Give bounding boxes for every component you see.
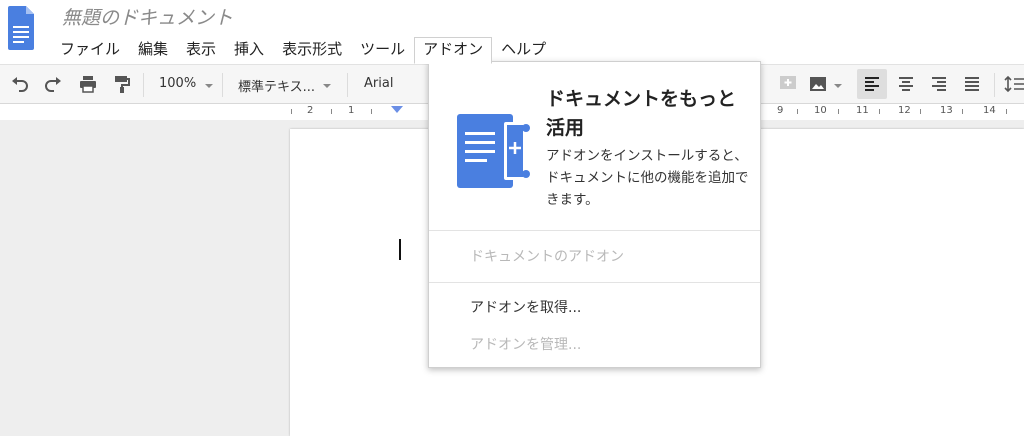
align-right-icon[interactable] xyxy=(929,74,949,94)
ruler-number: 14 xyxy=(983,105,996,116)
redo-icon[interactable] xyxy=(43,74,63,94)
align-center-icon[interactable] xyxy=(896,74,916,94)
comment-add-icon[interactable] xyxy=(778,74,798,94)
print-icon[interactable] xyxy=(78,74,98,94)
line-spacing-icon[interactable] xyxy=(1004,74,1024,94)
document-title[interactable]: 無題のドキュメント xyxy=(62,3,233,30)
menubar: ファイル 編集 表示 挿入 表示形式 ツール アドオン ヘルプ xyxy=(60,37,555,64)
docs-logo-icon[interactable] xyxy=(8,6,34,50)
align-left-icon[interactable] xyxy=(862,74,882,94)
menu-help[interactable]: ヘルプ xyxy=(492,37,555,62)
font-select[interactable]: Arial xyxy=(364,76,393,91)
text-cursor xyxy=(399,239,401,260)
manage-addons-item: アドオンを管理... xyxy=(470,337,582,353)
menu-file[interactable]: ファイル xyxy=(60,37,129,62)
menu-view[interactable]: 表示 xyxy=(177,37,225,62)
menu-addons[interactable]: アドオン xyxy=(414,37,493,64)
insert-image-icon[interactable] xyxy=(808,74,828,94)
ruler-number: 1 xyxy=(348,105,355,116)
ruler-number: 11 xyxy=(856,105,869,116)
addons-promo-description: アドオンをインストールすると、ドキュメントに他の機能を追加できます。 xyxy=(546,148,749,208)
menu-format[interactable]: 表示形式 xyxy=(273,37,351,62)
document-addons-item: ドキュメントのアドオン xyxy=(470,249,624,265)
addons-dropdown-menu: ドキュメントをもっと活用 アドオンをインストールすると、ドキュメントに他の機能を… xyxy=(428,61,761,368)
ruler-number: 13 xyxy=(940,105,953,116)
style-caret-icon[interactable] xyxy=(323,84,331,88)
undo-icon[interactable] xyxy=(10,74,30,94)
ruler-number: 2 xyxy=(307,105,314,116)
zoom-caret-icon[interactable] xyxy=(205,84,213,88)
zoom-select[interactable]: 100% xyxy=(159,76,196,91)
menu-divider xyxy=(429,282,760,283)
menu-insert[interactable]: 挿入 xyxy=(225,37,273,62)
menu-tools[interactable]: ツール xyxy=(351,37,414,62)
align-justify-icon[interactable] xyxy=(962,74,982,94)
style-select[interactable]: 標準テキス... xyxy=(238,76,315,95)
ruler-number: 12 xyxy=(898,105,911,116)
ruler-number: 10 xyxy=(814,105,827,116)
menu-edit[interactable]: 編集 xyxy=(129,37,177,62)
image-caret-icon[interactable] xyxy=(834,84,842,88)
addons-document-icon xyxy=(457,114,533,188)
paint-format-icon[interactable] xyxy=(112,74,132,94)
indent-marker[interactable] xyxy=(391,106,403,113)
menu-divider xyxy=(429,230,760,231)
get-addons-item[interactable]: アドオンを取得... xyxy=(470,297,581,317)
addons-promo-title: ドキュメントをもっと活用 xyxy=(546,88,737,139)
ruler-number: 9 xyxy=(777,105,784,116)
